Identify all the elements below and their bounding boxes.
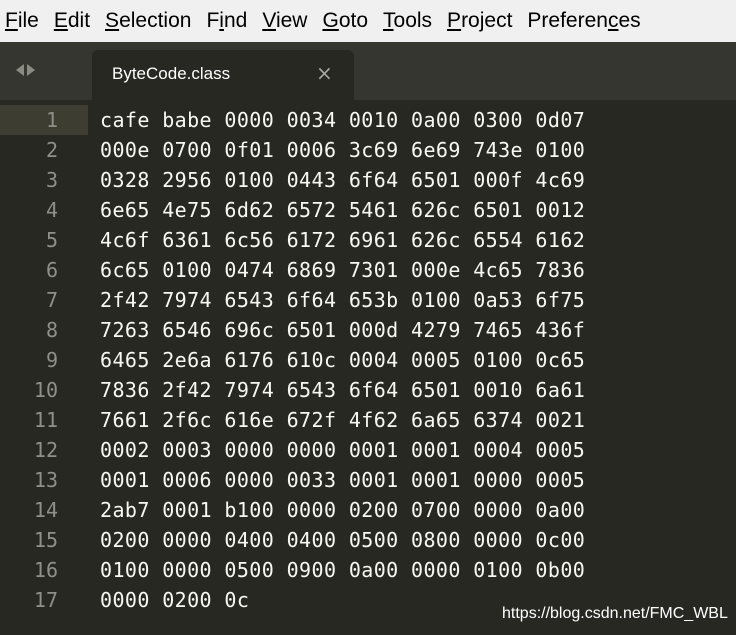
line-number: 10 bbox=[33, 378, 58, 402]
line-number: 8 bbox=[45, 318, 58, 342]
menu-tools[interactable]: Tools bbox=[383, 9, 432, 33]
code-line[interactable]: 3 0328 2956 0100 0443 6f64 6501 000f 4c69 bbox=[0, 165, 736, 195]
code-line[interactable]: 9 6465 2e6a 6176 610c 0004 0005 0100 0c65 bbox=[0, 345, 736, 375]
code-text: 6e65 4e75 6d62 6572 5461 626c 6501 0012 bbox=[100, 198, 586, 222]
menu-find[interactable]: Find bbox=[206, 9, 247, 33]
close-icon[interactable]: × bbox=[316, 61, 333, 85]
tab-next-icon[interactable] bbox=[27, 64, 35, 76]
code-line[interactable]: 12 0002 0003 0000 0000 0001 0001 0004 000… bbox=[0, 435, 736, 465]
code-text: 0001 0006 0000 0033 0001 0001 0000 0005 bbox=[100, 468, 586, 492]
code-text: 6c65 0100 0474 6869 7301 000e 4c65 7836 bbox=[100, 258, 586, 282]
code-text: 4c6f 6361 6c56 6172 6961 626c 6554 6162 bbox=[100, 228, 586, 252]
watermark: https://blog.csdn.net/FMC_WBL bbox=[502, 605, 728, 622]
code-line[interactable]: 15 0200 0000 0400 0400 0500 0800 0000 0c0… bbox=[0, 525, 736, 555]
tab-bytecode-class[interactable]: ByteCode.class × bbox=[92, 50, 354, 100]
line-number: 11 bbox=[33, 408, 58, 432]
code-line[interactable]: 8 7263 6546 696c 6501 000d 4279 7465 436f bbox=[0, 315, 736, 345]
code-text: 0002 0003 0000 0000 0001 0001 0004 0005 bbox=[100, 438, 586, 462]
code-line[interactable]: 7 2f42 7974 6543 6f64 653b 0100 0a53 6f75 bbox=[0, 285, 736, 315]
code-text: 7263 6546 696c 6501 000d 4279 7465 436f bbox=[100, 318, 586, 342]
line-number: 4 bbox=[45, 198, 58, 222]
menu-file[interactable]: File bbox=[5, 9, 39, 33]
sublime-window: File Edit Selection Find View Goto Tools… bbox=[0, 0, 736, 635]
line-number: 15 bbox=[33, 528, 58, 552]
menu-preferences[interactable]: Preferences bbox=[527, 9, 640, 33]
code-line[interactable]: 2 000e 0700 0f01 0006 3c69 6e69 743e 0100 bbox=[0, 135, 736, 165]
menu-view[interactable]: View bbox=[262, 9, 307, 33]
line-number: 5 bbox=[45, 228, 58, 252]
tab-prev-icon[interactable] bbox=[16, 64, 24, 76]
code-text: 2f42 7974 6543 6f64 653b 0100 0a53 6f75 bbox=[100, 288, 586, 312]
code-line[interactable]: 11 7661 2f6c 616e 672f 4f62 6a65 6374 002… bbox=[0, 405, 736, 435]
code-line[interactable]: 16 0100 0000 0500 0900 0a00 0000 0100 0b0… bbox=[0, 555, 736, 585]
editor-area[interactable]: 1 cafe babe 0000 0034 0010 0a00 0300 0d07… bbox=[0, 100, 736, 635]
menu-bar: File Edit Selection Find View Goto Tools… bbox=[0, 0, 736, 42]
tab-label: ByteCode.class bbox=[112, 64, 231, 83]
tab-navigation[interactable] bbox=[16, 64, 35, 76]
code-line[interactable]: 6 6c65 0100 0474 6869 7301 000e 4c65 7836 bbox=[0, 255, 736, 285]
code-text: 0200 0000 0400 0400 0500 0800 0000 0c00 bbox=[100, 528, 586, 552]
code-text: 7836 2f42 7974 6543 6f64 6501 0010 6a61 bbox=[100, 378, 586, 402]
line-number: 3 bbox=[45, 168, 58, 192]
code-line[interactable]: 1 cafe babe 0000 0034 0010 0a00 0300 0d07 bbox=[0, 105, 736, 135]
code-line[interactable]: 14 2ab7 0001 b100 0000 0200 0700 0000 0a0… bbox=[0, 495, 736, 525]
line-number: 12 bbox=[33, 438, 58, 462]
line-number: 7 bbox=[45, 288, 58, 312]
code-text: 7661 2f6c 616e 672f 4f62 6a65 6374 0021 bbox=[100, 408, 586, 432]
code-text: 2ab7 0001 b100 0000 0200 0700 0000 0a00 bbox=[100, 498, 586, 522]
menu-selection[interactable]: Selection bbox=[105, 9, 191, 33]
code-text: 0328 2956 0100 0443 6f64 6501 000f 4c69 bbox=[100, 168, 586, 192]
code-line[interactable]: 4 6e65 4e75 6d62 6572 5461 626c 6501 0012 bbox=[0, 195, 736, 225]
menu-edit[interactable]: Edit bbox=[54, 9, 90, 33]
code-text: 0000 0200 0c bbox=[100, 588, 250, 612]
line-number: 13 bbox=[33, 468, 58, 492]
line-number: 16 bbox=[33, 558, 58, 582]
line-number: 1 bbox=[45, 108, 58, 132]
code-text: 6465 2e6a 6176 610c 0004 0005 0100 0c65 bbox=[100, 348, 586, 372]
code-line[interactable]: 10 7836 2f42 7974 6543 6f64 6501 0010 6a6… bbox=[0, 375, 736, 405]
line-number: 6 bbox=[45, 258, 58, 282]
code-line[interactable]: 13 0001 0006 0000 0033 0001 0001 0000 000… bbox=[0, 465, 736, 495]
code-line[interactable]: 5 4c6f 6361 6c56 6172 6961 626c 6554 6162 bbox=[0, 225, 736, 255]
menu-project[interactable]: Project bbox=[447, 9, 512, 33]
line-number: 9 bbox=[45, 348, 58, 372]
tab-bar: ByteCode.class × bbox=[0, 42, 736, 100]
code-text: cafe babe 0000 0034 0010 0a00 0300 0d07 bbox=[100, 108, 586, 132]
menu-goto[interactable]: Goto bbox=[322, 9, 368, 33]
code-text: 0100 0000 0500 0900 0a00 0000 0100 0b00 bbox=[100, 558, 586, 582]
line-number: 17 bbox=[33, 588, 58, 612]
line-number: 2 bbox=[45, 138, 58, 162]
code-text: 000e 0700 0f01 0006 3c69 6e69 743e 0100 bbox=[100, 138, 586, 162]
line-number: 14 bbox=[33, 498, 58, 522]
